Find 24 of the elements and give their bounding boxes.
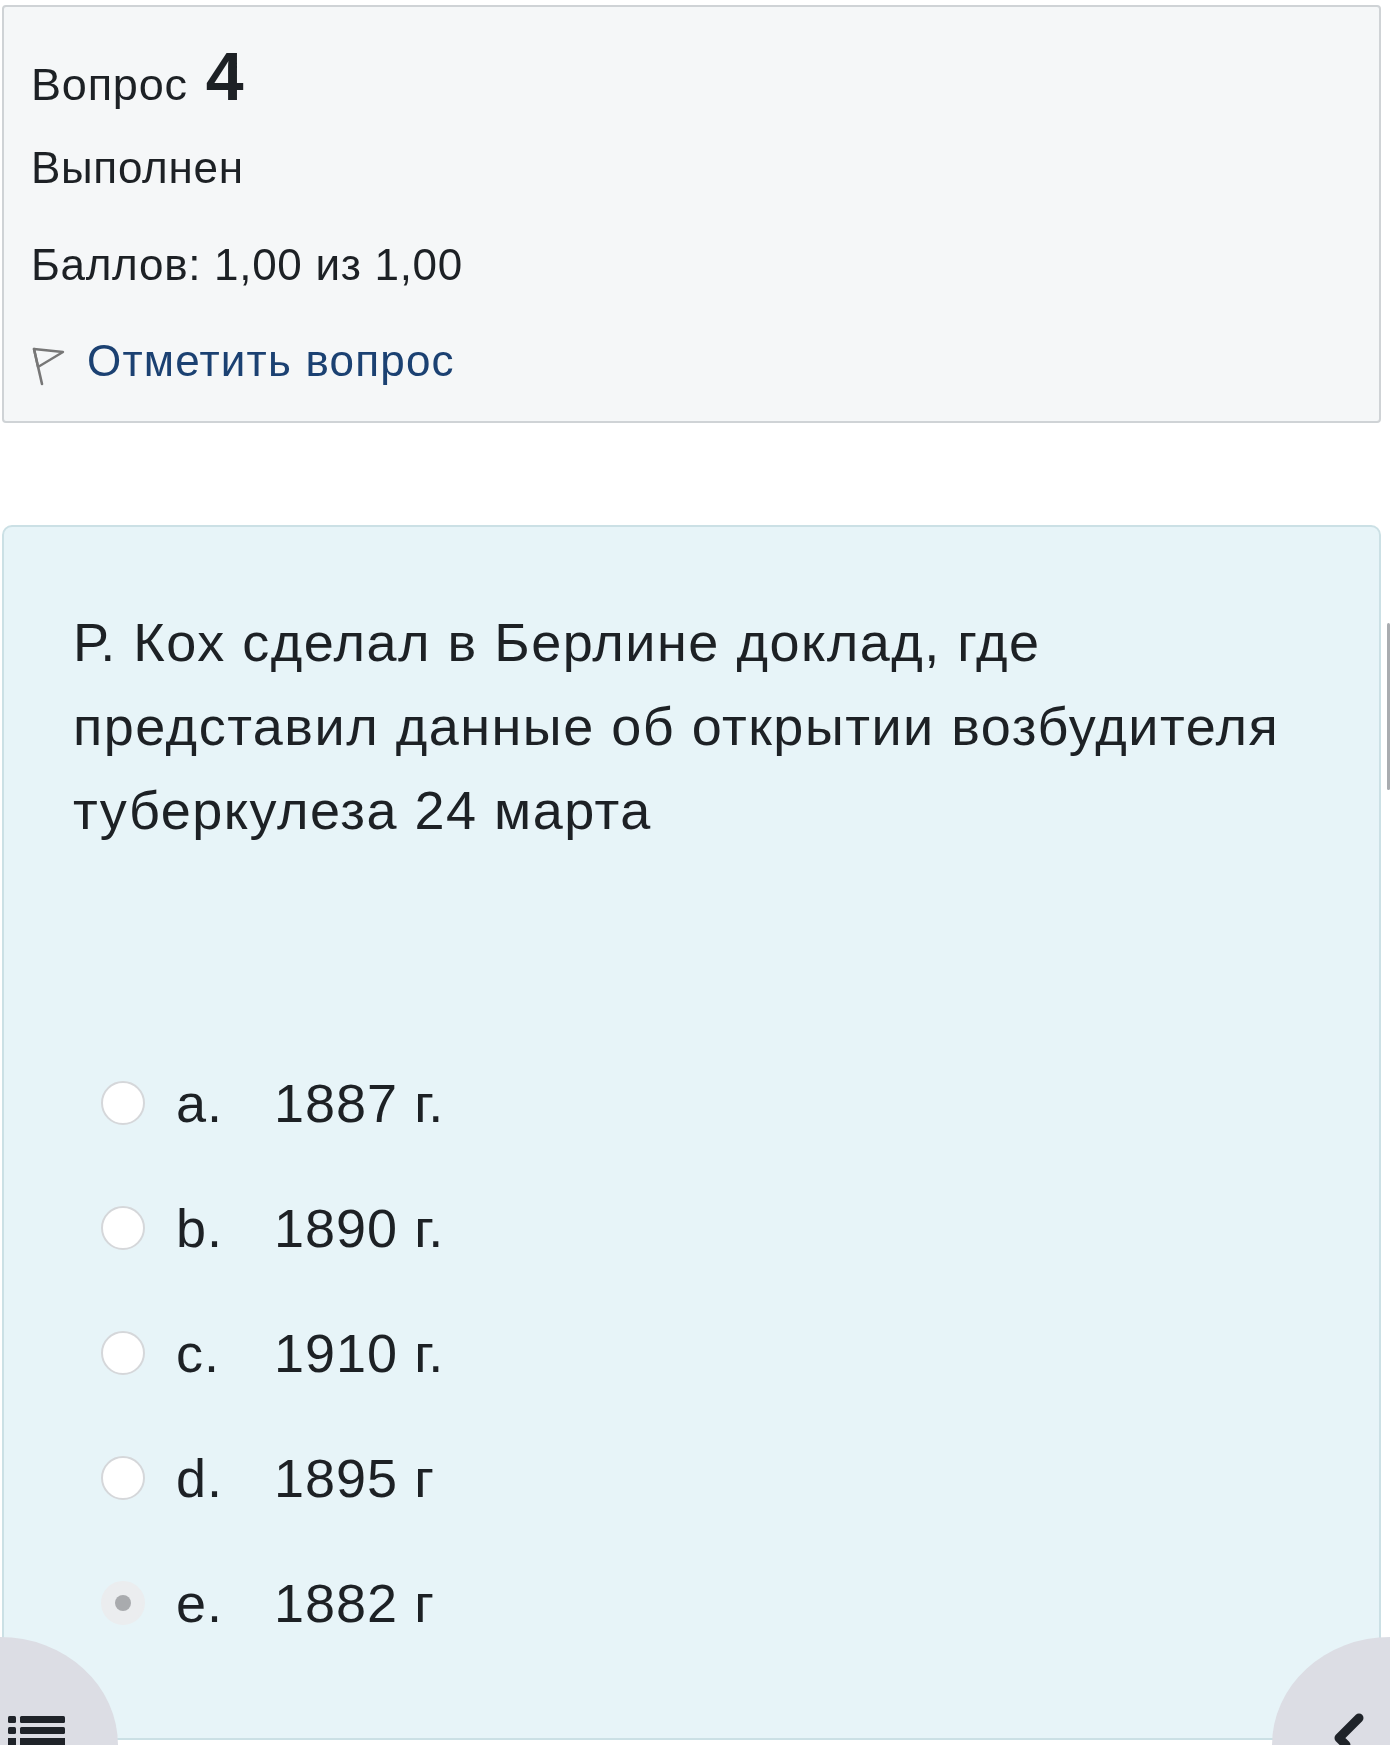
scrollbar-thumb[interactable] (1387, 623, 1390, 790)
option-answer: 1887 г. (274, 1071, 445, 1134)
option-answer: 1890 г. (274, 1196, 445, 1259)
flag-question-link[interactable]: Отметить вопрос (31, 336, 455, 386)
flag-icon (31, 346, 65, 386)
question-state: Выполнен (31, 143, 245, 193)
option-letter: b. (176, 1196, 225, 1259)
radio-button[interactable] (101, 1205, 145, 1250)
list-icon (8, 1716, 65, 1745)
option-letter: a. (176, 1071, 225, 1134)
radio-button[interactable] (101, 1330, 145, 1375)
question-text: Р. Кох сделал в Берлине доклад, где представил данные об открытии возбудителя туберкулеза 24 марта (73, 611, 1281, 842)
question-label: Вопрос (31, 59, 188, 111)
option-answer: 1895 г (274, 1446, 435, 1509)
question-number: 4 (205, 37, 244, 115)
radio-button[interactable] (101, 1455, 145, 1500)
option-answer: 1910 г. (274, 1321, 445, 1384)
question-grade: Баллов: 1,00 из 1,00 (31, 240, 464, 290)
option-answer: 1882 г (274, 1571, 435, 1634)
option-letter: e. (176, 1571, 225, 1634)
option-letter: d. (176, 1446, 225, 1509)
option-letter: c. (176, 1321, 221, 1384)
radio-button[interactable] (101, 1580, 145, 1625)
radio-button[interactable] (101, 1080, 145, 1125)
